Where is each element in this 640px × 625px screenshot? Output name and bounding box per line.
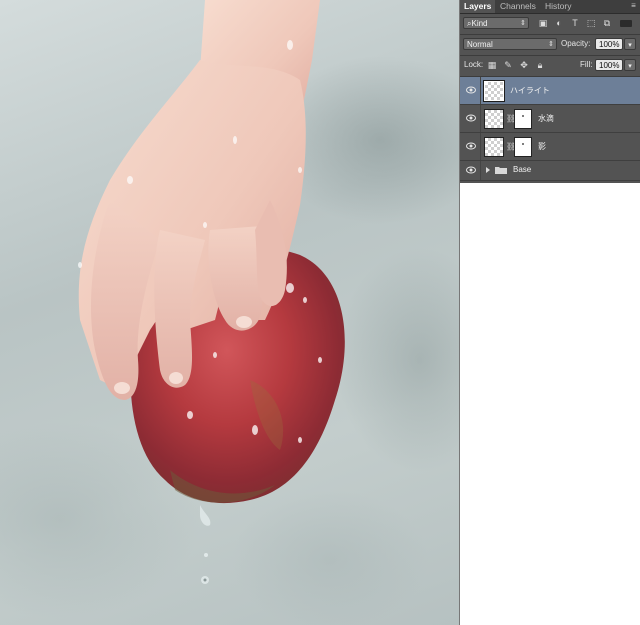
lock-brush-icon[interactable]: ✎: [503, 60, 513, 70]
opacity-field[interactable]: 100%: [595, 38, 623, 50]
eye-icon[interactable]: [466, 142, 476, 150]
visibility-column-divider: [480, 105, 481, 132]
chevron-down-icon: ▾: [628, 42, 632, 49]
layer-row-waterdrops[interactable]: ⛓︎ 水滴: [460, 105, 640, 133]
opacity-dropdown-button[interactable]: ▾: [624, 38, 636, 50]
layer-name[interactable]: 影: [538, 133, 546, 161]
fill-label: Fill:: [580, 60, 593, 69]
chevron-down-icon: ▾: [628, 63, 632, 70]
separator: [460, 34, 640, 35]
layers-panel: Layers Channels History ≡ ⌕Kind ⇕ ▣ ◐ T …: [460, 0, 640, 183]
layer-mask-thumbnail[interactable]: [514, 109, 532, 129]
blend-mode-select[interactable]: Normal ⇕: [463, 38, 557, 50]
opacity-label: Opacity:: [561, 39, 591, 48]
fill-dropdown-button[interactable]: ▾: [624, 59, 636, 71]
eye-icon[interactable]: [466, 86, 476, 94]
tab-channels[interactable]: Channels: [496, 0, 540, 13]
lock-row: Lock: ▦ ✎ ✥ 🔒︎ Fill: 100% ▾: [460, 58, 640, 72]
fill-field[interactable]: 100%: [595, 59, 623, 71]
link-chain-icon[interactable]: ⛓︎: [506, 142, 516, 151]
lock-label: Lock:: [464, 60, 484, 69]
updown-arrow-icon: ⇕: [520, 20, 526, 27]
folder-icon: [495, 167, 507, 174]
lock-transparent-icon[interactable]: ▦: [487, 60, 497, 70]
layer-thumbnail[interactable]: [483, 80, 505, 102]
blend-mode-label: Normal: [467, 40, 493, 49]
filter-adjustment-icon[interactable]: ◐: [554, 18, 564, 28]
separator: [460, 55, 640, 56]
link-chain-icon[interactable]: ⛓︎: [506, 114, 516, 123]
eye-icon[interactable]: [466, 166, 476, 174]
visibility-column-divider: [480, 77, 481, 104]
layer-row-highlight[interactable]: ハイライト: [460, 77, 640, 105]
updown-arrow-icon: ⇕: [548, 41, 554, 48]
panel-menu-icon[interactable]: ≡: [629, 1, 638, 11]
layer-mask-thumbnail[interactable]: [514, 137, 532, 157]
blend-row: Normal ⇕ Opacity: 100% ▾: [460, 37, 640, 51]
filter-toggle[interactable]: [620, 20, 632, 27]
tab-history[interactable]: History: [541, 0, 575, 13]
filter-row: ⌕Kind ⇕ ▣ ◐ T ⬚ ⧉: [460, 16, 640, 30]
filter-kind-select[interactable]: ⌕Kind ⇕: [463, 17, 529, 29]
layer-group-base[interactable]: Base: [460, 161, 640, 181]
visibility-column-divider: [480, 133, 481, 160]
expand-triangle-icon[interactable]: [486, 167, 490, 173]
panel-tab-bar: Layers Channels History ≡: [460, 0, 640, 14]
layer-thumbnail[interactable]: [484, 137, 504, 157]
lock-all-icon[interactable]: 🔒︎: [535, 60, 545, 70]
layer-name[interactable]: 水滴: [538, 105, 554, 133]
layer-name[interactable]: Base: [513, 161, 531, 179]
layer-row-shadow[interactable]: ⛓︎ 影: [460, 133, 640, 161]
tab-layers[interactable]: Layers: [460, 0, 496, 13]
layer-thumbnail[interactable]: [484, 109, 504, 129]
visibility-column-divider: [480, 161, 481, 180]
eye-icon[interactable]: [466, 114, 476, 122]
filter-shape-icon[interactable]: ⬚: [586, 18, 596, 28]
filter-pixel-icon[interactable]: ▣: [538, 18, 548, 28]
filter-kind-label: Kind: [471, 19, 488, 28]
lock-move-icon[interactable]: ✥: [519, 60, 529, 70]
filter-type-icon[interactable]: T: [570, 18, 580, 28]
painting-artwork: [78, 0, 345, 584]
layer-name[interactable]: ハイライト: [510, 77, 550, 105]
filter-smart-object-icon[interactable]: ⧉: [602, 18, 612, 28]
document-canvas[interactable]: [0, 0, 459, 625]
